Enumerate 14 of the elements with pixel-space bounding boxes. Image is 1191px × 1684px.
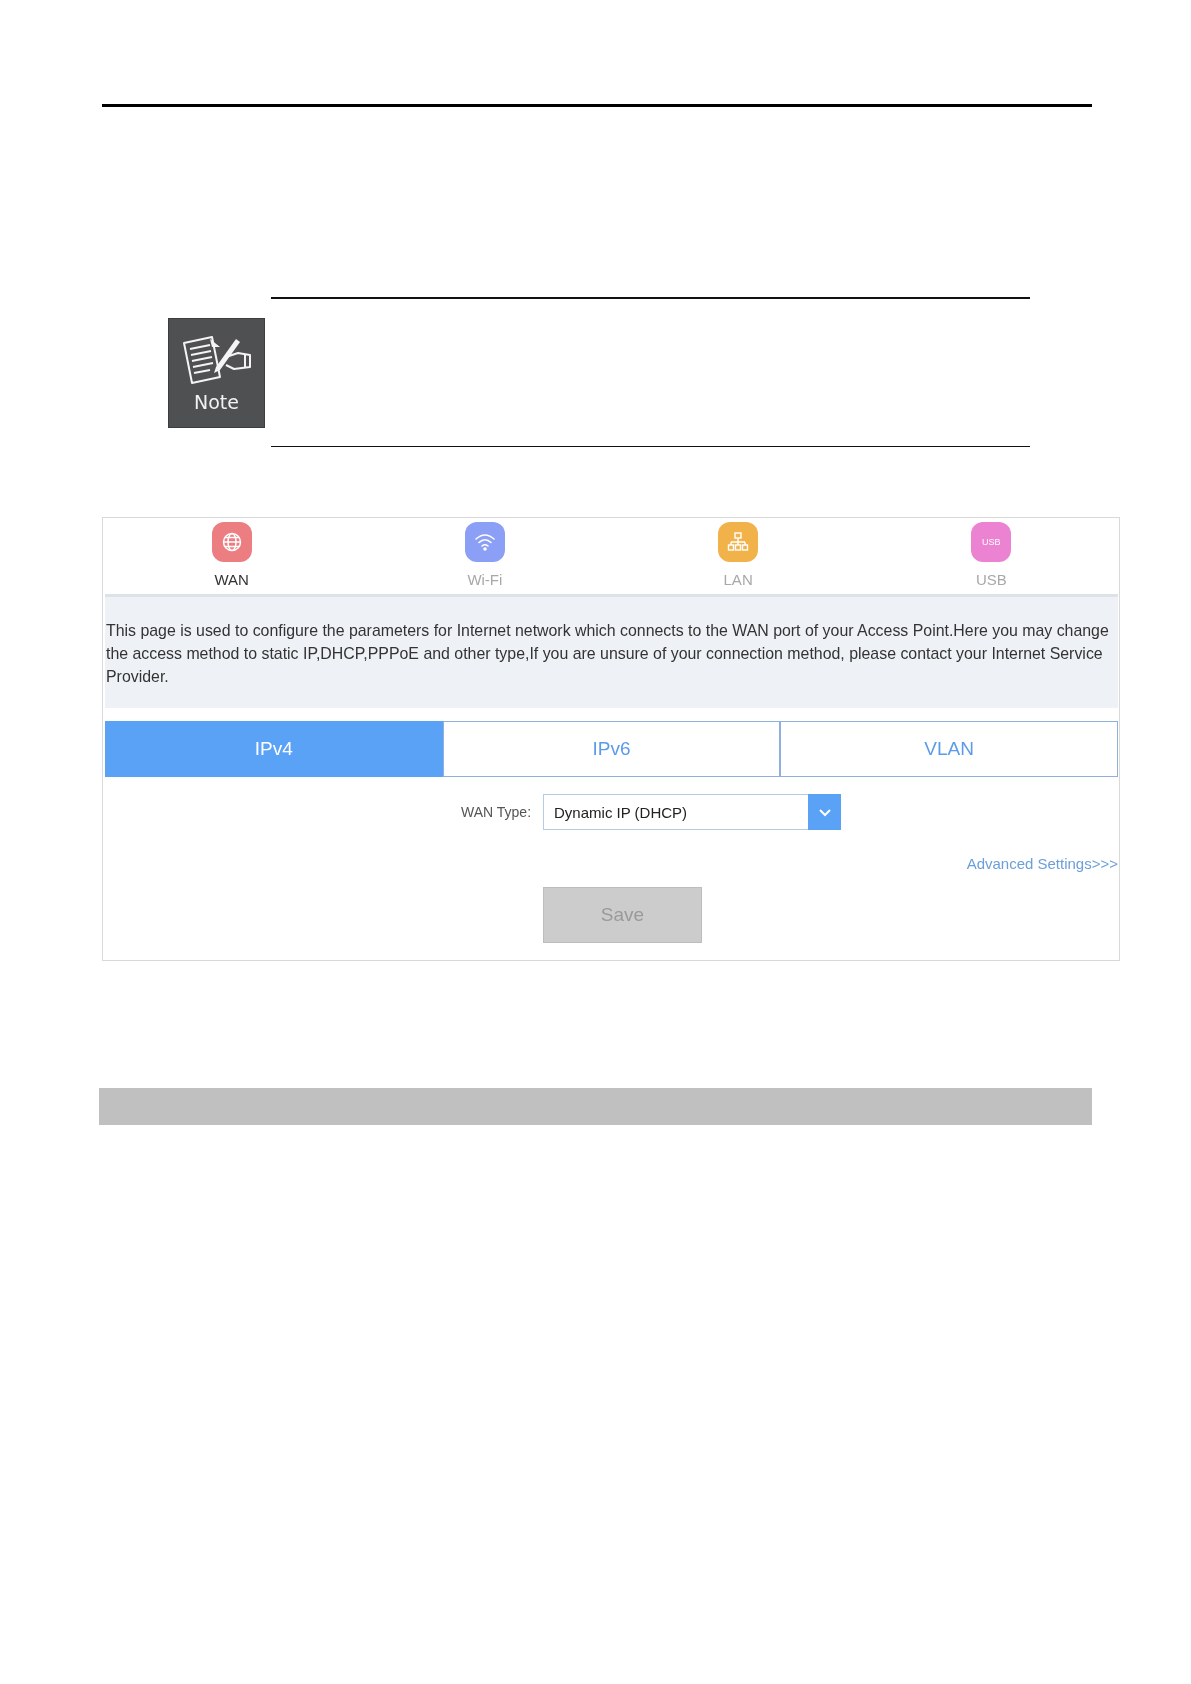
note-label: Note	[194, 391, 239, 413]
usb-icon: USB	[971, 522, 1012, 562]
nav-tab[interactable]: WAN	[211, 518, 252, 588]
select-field[interactable]: Dynamic IP (DHCP)	[543, 794, 842, 830]
tab[interactable]: VLAN	[780, 721, 1118, 777]
nav-tab[interactable]: LAN	[718, 518, 759, 588]
nav-tab[interactable]: USB USB	[971, 518, 1012, 588]
tab[interactable]: IPv4	[105, 721, 443, 777]
advanced-settings-link[interactable]: Advanced Settings>>>	[966, 855, 1118, 873]
nav-tab[interactable]: Wi-Fi	[464, 518, 505, 588]
chevron-down-icon[interactable]	[808, 794, 842, 830]
description-text: This page is used to configure the parameters for Internet network which connects to the WAN port of your Access Point.Here you may change the access method to static IP,DHCP,PPPoE and other type,If you are unsure of your connection method, please contact your Internet Service Provider.	[106, 621, 1110, 687]
field-label: WAN Type:	[461, 804, 532, 820]
tab[interactable]: IPv6	[442, 721, 781, 777]
